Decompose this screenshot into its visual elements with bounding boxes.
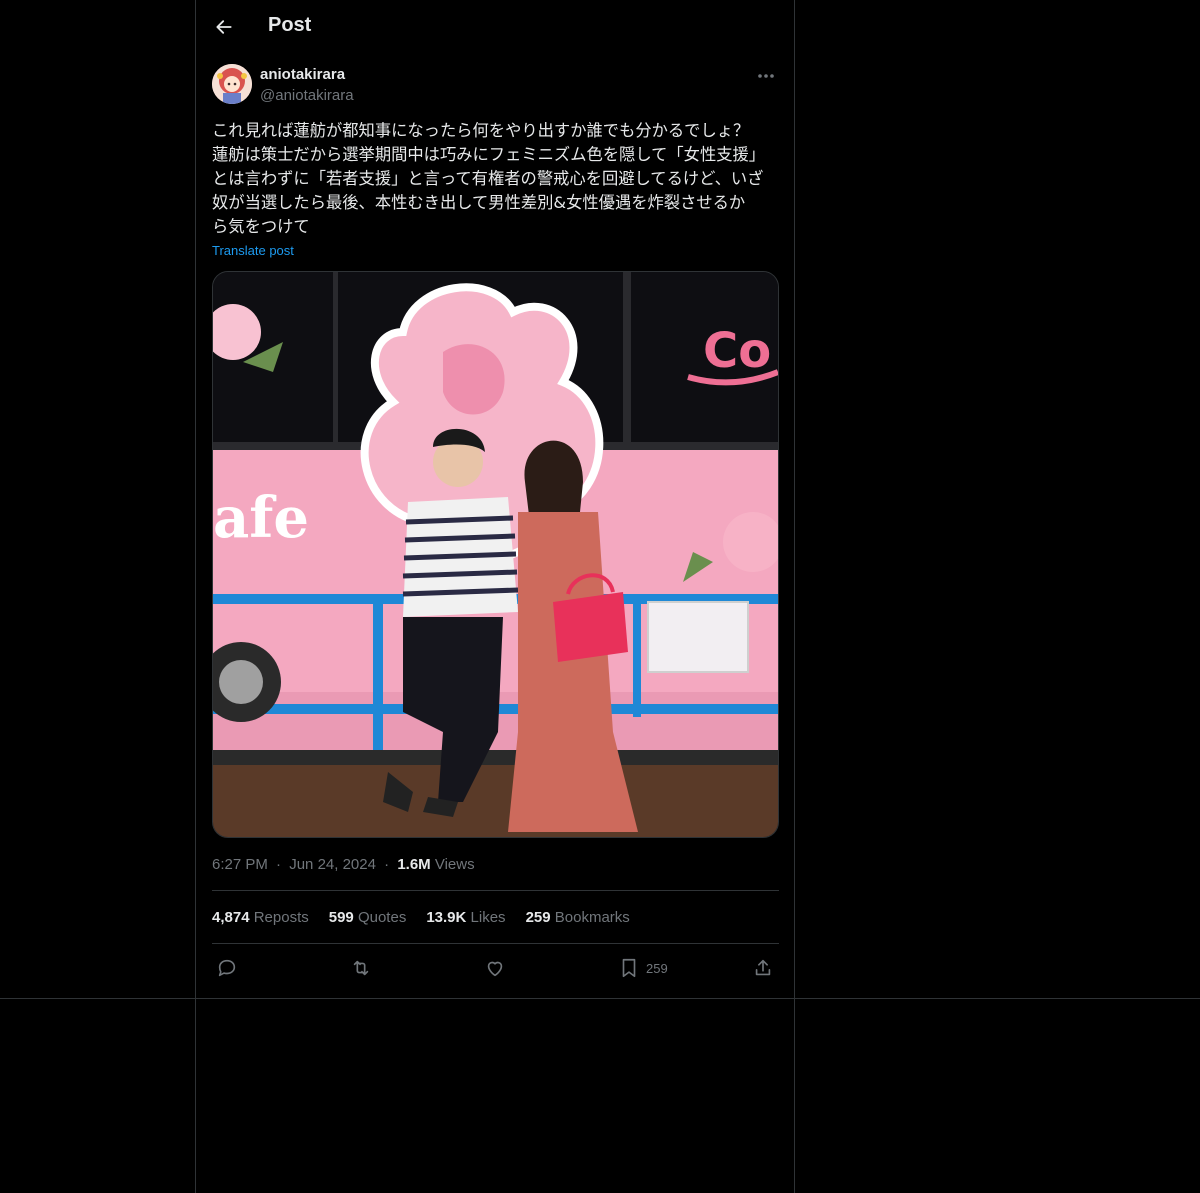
translate-post-link[interactable]: Translate post [212, 243, 294, 258]
likes-count: 13.9K [426, 909, 467, 926]
arrow-left-icon [216, 20, 232, 34]
repost-icon [353, 960, 369, 976]
back-button[interactable] [208, 11, 240, 43]
like-button[interactable] [484, 957, 506, 979]
bookmarks-stat[interactable]: 259 Bookmarks [526, 909, 630, 926]
svg-text:afe: afe [213, 485, 309, 551]
post-stats: 4,874 Reposts 599 Quotes 13.9K Likes 259… [212, 909, 630, 926]
display-name[interactable]: aniotakirara [260, 66, 345, 83]
avatar[interactable] [212, 64, 252, 104]
heart-icon [487, 961, 503, 977]
post-actions: 259 [212, 945, 779, 991]
reposts-label: Reposts [253, 909, 309, 926]
views-label: Views [434, 856, 475, 873]
quotes-label: Quotes [357, 909, 407, 926]
photo: Co afe [213, 272, 778, 837]
quotes-stat[interactable]: 599 Quotes [329, 909, 407, 926]
meta-separator: · [276, 856, 282, 873]
post-header: Post [196, 0, 794, 54]
post-column: Post aniotakirara @aniotakirara これ見れば蓮舫が… [195, 0, 795, 1193]
bookmark-count: 259 [646, 960, 668, 976]
likes-stat[interactable]: 13.9K Likes [426, 909, 505, 926]
more-horizontal-icon [758, 74, 774, 78]
share-icon [755, 959, 771, 976]
bookmarks-count: 259 [525, 909, 551, 926]
post-author: aniotakirara @aniotakirara [212, 64, 778, 108]
bookmarks-label: Bookmarks [554, 909, 630, 926]
quotes-count: 599 [328, 909, 354, 926]
user-handle[interactable]: @aniotakirara [260, 87, 354, 104]
share-button[interactable] [752, 957, 774, 979]
views-count: 1.6M [397, 856, 431, 873]
more-options-button[interactable] [754, 66, 778, 86]
bookmark-icon [622, 958, 636, 978]
post-image[interactable]: Co afe [212, 271, 779, 838]
bookmark-button[interactable]: 259 [618, 957, 668, 979]
divider [212, 943, 779, 944]
reposts-count: 4,874 [212, 909, 250, 926]
reply-icon [218, 959, 236, 977]
svg-text:Co: Co [703, 323, 771, 379]
page-title: Post [268, 14, 312, 36]
divider [212, 890, 779, 891]
post-meta: 6:27 PM · Jun 24, 2024 · 1.6M Views [212, 856, 475, 873]
meta-separator: · [384, 856, 390, 873]
repost-button[interactable] [350, 957, 372, 979]
post-time[interactable]: 6:27 PM [212, 856, 268, 873]
post-date[interactable]: Jun 24, 2024 [289, 856, 376, 873]
reposts-stat[interactable]: 4,874 Reposts [212, 909, 309, 926]
reply-button[interactable] [216, 957, 238, 979]
likes-label: Likes [470, 909, 506, 926]
post-text: これ見れば蓮舫が都知事になったら何をやり出すか誰でも分かるでしょ？ 蓮舫は策士だ… [212, 121, 766, 236]
